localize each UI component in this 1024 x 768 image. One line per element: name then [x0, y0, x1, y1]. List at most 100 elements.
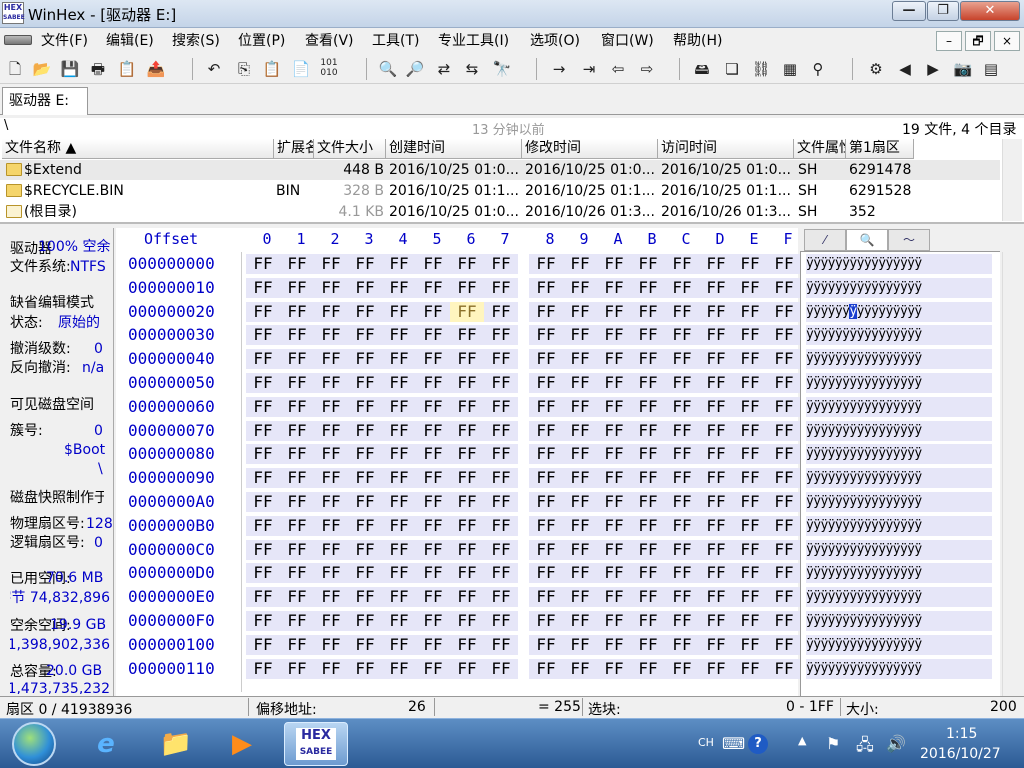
hex-byte[interactable]: FF	[529, 611, 563, 631]
text-row[interactable]: ÿÿÿÿÿÿÿÿÿÿÿÿÿÿÿÿ	[806, 254, 992, 274]
hex-byte[interactable]: FF	[597, 468, 631, 489]
hex-byte[interactable]: FF	[733, 444, 767, 465]
hex-byte[interactable]: FF	[563, 254, 597, 274]
hex-byte[interactable]: FF	[280, 515, 314, 536]
hex-byte[interactable]: FF	[314, 420, 348, 441]
hex-byte[interactable]: FF	[733, 515, 767, 536]
hex-byte[interactable]: FF	[382, 254, 416, 274]
hex-byte[interactable]: FF	[314, 515, 348, 536]
clone-icon[interactable]: ❏	[721, 58, 743, 80]
new-icon[interactable]: 🗋	[4, 58, 26, 80]
hex-byte[interactable]: FF	[416, 254, 450, 274]
explorer-icon[interactable]: 📁	[148, 722, 204, 766]
hex-byte[interactable]: FF	[484, 563, 518, 584]
hex-byte[interactable]: FF	[246, 634, 280, 655]
hex-byte[interactable]: FF	[733, 325, 767, 346]
hex-byte[interactable]: FF	[450, 563, 484, 584]
hex-byte[interactable]: FF	[382, 373, 416, 393]
print-icon[interactable]: 🖶	[87, 58, 109, 80]
column-header-name[interactable]: 文件名称 ▲	[2, 139, 274, 159]
hex-byte[interactable]: FF	[280, 349, 314, 370]
text-row[interactable]: ÿÿÿÿÿÿÿÿÿÿÿÿÿÿÿÿ	[806, 492, 992, 512]
hex-row[interactable]: FF FF FF FF FF FF FF FF FF FF FF FF FF FF FF FF	[246, 611, 801, 631]
hex-byte[interactable]: FF	[665, 254, 699, 274]
hex-byte[interactable]: FF	[484, 420, 518, 441]
hex-byte[interactable]: FF	[382, 325, 416, 346]
hex-byte[interactable]: FF	[631, 563, 665, 584]
hex-byte[interactable]: FF	[416, 325, 450, 346]
hex-byte[interactable]: FF	[484, 254, 518, 274]
text-row[interactable]: ÿÿÿÿÿÿÿÿÿÿÿÿÿÿÿÿ	[806, 325, 992, 346]
hex-byte[interactable]: FF	[699, 658, 733, 679]
hex-byte[interactable]: FF	[631, 420, 665, 441]
column-header-size[interactable]: 文件大小	[314, 139, 386, 159]
hex-byte[interactable]: FF	[246, 539, 280, 560]
hex-row[interactable]: FF FF FF FF FF FF FF FF FF FF FF FF FF FF FF FF	[246, 254, 801, 274]
hex-byte[interactable]: FF	[665, 373, 699, 393]
hex-byte[interactable]: FF	[665, 396, 699, 417]
hex-row[interactable]: FF FF FF FF FF FF FF FF FF FF FF FF FF FF FF FF	[246, 539, 801, 560]
hex-row[interactable]: FF FF FF FF FF FF FF FF FF FF FF FF FF FF FF FF	[246, 277, 801, 298]
hex-byte[interactable]: FF	[767, 444, 801, 465]
text-row[interactable]: ÿÿÿÿÿÿÿÿÿÿÿÿÿÿÿÿ	[806, 563, 992, 584]
hex-byte[interactable]: FF	[382, 277, 416, 298]
hex-byte[interactable]: FF	[665, 658, 699, 679]
hex-byte[interactable]: FF	[563, 492, 597, 512]
hex-byte[interactable]: FF	[280, 396, 314, 417]
hex-row[interactable]: FF FF FF FF FF FF FF FF FF FF FF FF FF FF FF FF	[246, 301, 801, 322]
hex-byte[interactable]: FF	[733, 658, 767, 679]
hex-byte[interactable]: FF	[382, 468, 416, 489]
hex-row[interactable]: FF FF FF FF FF FF FF FF FF FF FF FF FF FF FF FF	[246, 468, 801, 489]
hex-byte[interactable]: FF	[767, 611, 801, 631]
hex-byte[interactable]: FF	[314, 539, 348, 560]
column-header-accessed[interactable]: 访问时间	[658, 139, 794, 159]
hex-byte[interactable]: FF	[450, 396, 484, 417]
hex-byte[interactable]: FF	[597, 634, 631, 655]
hex-byte[interactable]: FF	[699, 539, 733, 560]
hex-byte[interactable]: FF	[665, 515, 699, 536]
hex-byte[interactable]: FF	[246, 611, 280, 631]
hex-byte[interactable]: FF	[314, 301, 348, 322]
hex-byte[interactable]: FF	[597, 301, 631, 322]
hex-byte[interactable]: FF	[280, 277, 314, 298]
hex-byte[interactable]: FF	[450, 254, 484, 274]
previous-icon[interactable]: ◀	[894, 58, 916, 80]
hex-byte[interactable]: FF	[529, 373, 563, 393]
hex-byte[interactable]: FF	[314, 563, 348, 584]
snapshot-icon[interactable]: 📷	[952, 58, 974, 80]
hex-byte[interactable]: FF	[314, 349, 348, 370]
hex-byte[interactable]: FF	[382, 658, 416, 679]
hex-byte[interactable]: FF	[767, 634, 801, 655]
hex-byte[interactable]: FF	[416, 515, 450, 536]
hex-byte[interactable]: FF	[563, 634, 597, 655]
hex-byte[interactable]: FF	[631, 611, 665, 631]
text-row[interactable]: ÿÿÿÿÿÿÿÿÿÿÿÿÿÿÿÿ	[806, 539, 992, 560]
hex-byte[interactable]: FF	[767, 254, 801, 274]
hex-byte[interactable]: FF	[597, 587, 631, 608]
hex-byte[interactable]: FF	[450, 587, 484, 608]
drive-icon[interactable]	[4, 35, 32, 45]
hex-byte[interactable]: FF	[767, 349, 801, 370]
menu-help[interactable]: 帮助(H)	[673, 30, 722, 50]
hex-byte[interactable]: FF	[699, 634, 733, 655]
text-tab-pen-icon[interactable]: ⁄	[804, 229, 846, 251]
hex-byte[interactable]: FF	[563, 658, 597, 679]
find-hex-icon[interactable]: 🔎	[404, 58, 426, 80]
hex-byte[interactable]: FF	[280, 444, 314, 465]
hex-byte[interactable]: FF	[529, 634, 563, 655]
hex-byte[interactable]: FF	[631, 349, 665, 370]
hex-byte[interactable]: FF	[563, 587, 597, 608]
hex-byte[interactable]: FF	[597, 611, 631, 631]
hex-byte[interactable]: FF	[529, 396, 563, 417]
hex-byte[interactable]: FF	[450, 611, 484, 631]
hex-byte[interactable]: FF	[416, 349, 450, 370]
hex-byte[interactable]: FF	[280, 587, 314, 608]
menu-file[interactable]: 文件(F)	[41, 30, 88, 50]
hex-byte[interactable]: FF	[665, 301, 699, 322]
hex-byte[interactable]: FF	[767, 539, 801, 560]
hex-byte[interactable]: FF	[733, 611, 767, 631]
menu-specialist-tools[interactable]: 专业工具(I)	[438, 30, 509, 50]
hex-byte[interactable]: FF	[529, 254, 563, 274]
hex-byte[interactable]: FF	[484, 611, 518, 631]
hex-byte[interactable]: FF	[382, 396, 416, 417]
